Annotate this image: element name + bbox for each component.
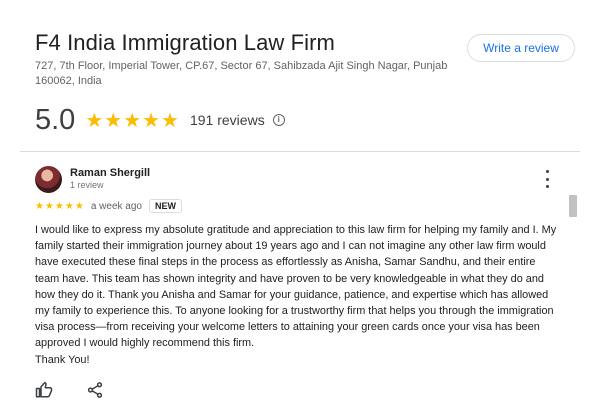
business-title: F4 India Immigration Law Firm bbox=[35, 30, 335, 55]
rating-value: 5.0 bbox=[35, 103, 76, 136]
info-icon[interactable]: i bbox=[272, 114, 285, 126]
rating-summary: 5.0 ★★★★★ 191 reviews i bbox=[35, 100, 285, 140]
review-text: I would like to express my absolute grat… bbox=[35, 222, 560, 368]
more-vert-icon[interactable] bbox=[540, 170, 554, 188]
write-review-button[interactable]: Write a review bbox=[467, 34, 575, 62]
avatar[interactable] bbox=[35, 166, 62, 193]
review-closing: Thank You! bbox=[35, 353, 90, 366]
reviewer-review-count: 1 review bbox=[70, 180, 104, 190]
share-icon[interactable] bbox=[86, 381, 104, 399]
business-address: 727, 7th Floor, Imperial Tower, CP.67, S… bbox=[35, 60, 448, 87]
rating-stars: ★★★★★ bbox=[85, 109, 180, 132]
review-count-link[interactable]: 191 reviews bbox=[190, 112, 265, 128]
review-stars: ★★★★★ bbox=[35, 200, 85, 212]
section-divider bbox=[20, 151, 580, 152]
scrollbar-thumb[interactable] bbox=[569, 195, 577, 217]
review-rating-line: ★★★★★ a week ago NEW bbox=[35, 198, 182, 214]
review-body: I would like to express my absolute grat… bbox=[35, 224, 557, 350]
thumbs-up-icon[interactable] bbox=[35, 381, 53, 399]
reviewer-name[interactable]: Raman Shergill bbox=[70, 167, 150, 179]
new-badge: NEW bbox=[148, 199, 182, 213]
review-time: a week ago bbox=[90, 200, 142, 212]
